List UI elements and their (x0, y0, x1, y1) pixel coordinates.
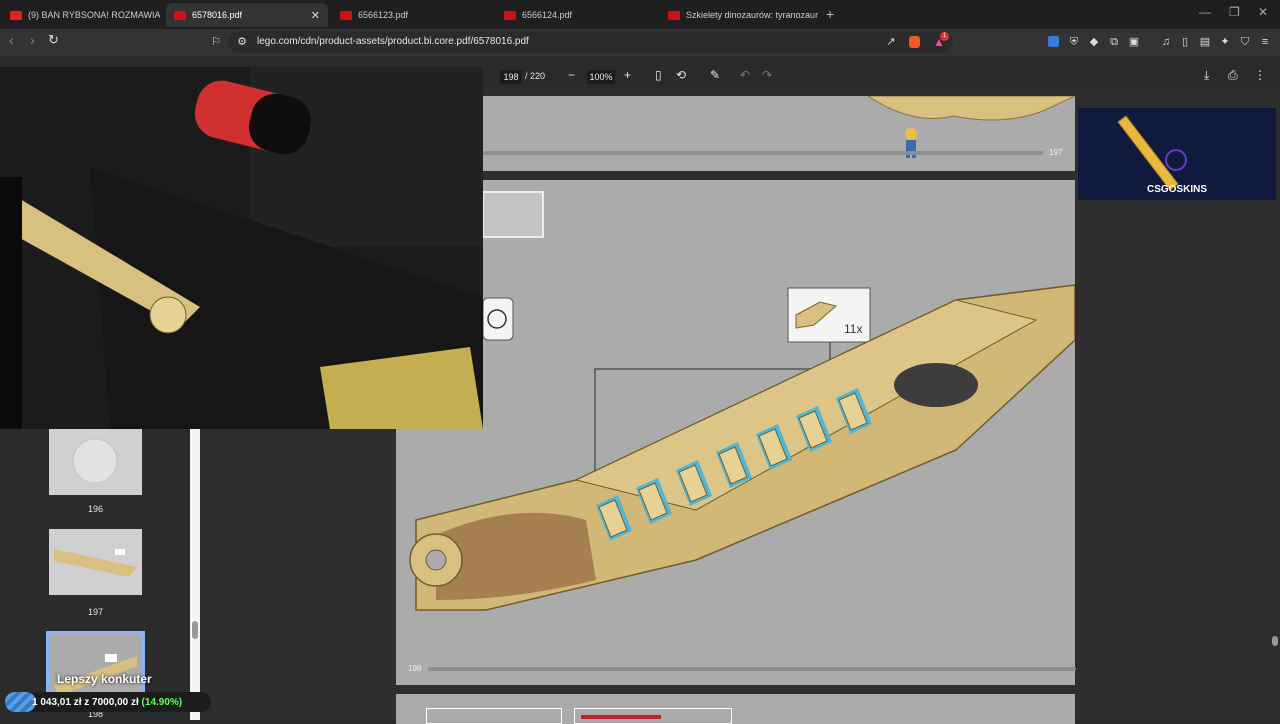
youtube-icon (10, 10, 22, 20)
lego-icon (668, 10, 680, 20)
browser-toolbar: ‹ › ↻ ⚐ ⚙ lego.com/cdn/product-assets/pr… (0, 29, 1280, 56)
back-icon[interactable]: ‹ (9, 32, 14, 48)
vpn-icon[interactable]: ⛉ (1239, 36, 1251, 48)
sponsor-overlay: CSGOSKINS (1078, 108, 1276, 200)
zoom-in-icon[interactable]: + (624, 68, 631, 82)
tab-label: 6578016.pdf (192, 10, 243, 20)
pdf-page-198: 11x 198 (396, 180, 1076, 685)
tab-youtube[interactable]: (9) BAN RYBSONA! ROZMAWIAŁ Z D (2, 3, 160, 27)
media-icon[interactable]: ♫ (1160, 36, 1172, 48)
page-number-input[interactable]: 198 (500, 70, 522, 84)
rewards-badge: 1 (940, 32, 949, 41)
translate-extension-icon[interactable] (1048, 36, 1059, 47)
close-window-icon[interactable]: ✕ (1258, 5, 1268, 19)
page-198-illustration (409, 191, 1076, 611)
pdf-toolbar: 198 / 220 − 100% + ▯ ⟲ ✎ ↶ ↷ ⤓ ⎙ ⋮ (483, 63, 1280, 89)
thumbnail-page-197[interactable] (49, 529, 142, 595)
goal-progress-bar: 1 043,01 zł z 7000,00 zł (14.90%) (5, 692, 211, 712)
tab-6566124[interactable]: 6566124.pdf (496, 3, 656, 27)
total-pages: / 220 (525, 71, 546, 81)
pdf-page-197: 197 (483, 95, 1076, 171)
sponsor-text: CSGOSKINS (1146, 184, 1207, 195)
step-box (426, 708, 562, 724)
annotate-icon[interactable]: ✎ (710, 68, 720, 82)
lego-icon (174, 10, 186, 20)
zoom-level[interactable]: 100% (587, 70, 615, 84)
menu-icon[interactable]: ≡ (1259, 36, 1271, 48)
minimize-icon[interactable]: — (1199, 5, 1211, 19)
previous-step-box (482, 191, 544, 238)
share-icon[interactable]: ↗ (885, 36, 897, 48)
goal-title: Lepszy konkuter (57, 672, 152, 686)
tab-szkielety[interactable]: Szkielety dinozaurów: tyranozaur 76... (660, 3, 820, 27)
tab-6566123[interactable]: 6566123.pdf (332, 3, 492, 27)
reload-icon[interactable]: ↻ (48, 32, 59, 48)
donation-goal: Lepszy konkuter 1 043,01 zł z 7000,00 zł… (5, 671, 211, 715)
download-icon[interactable]: ⤓ (1204, 68, 1209, 83)
screenshot-icon[interactable]: ▣ (1128, 36, 1140, 48)
url-text: lego.com/cdn/product-assets/product.bi.c… (257, 36, 529, 47)
step-box (574, 708, 732, 724)
address-bar[interactable]: ⚙ lego.com/cdn/product-assets/product.bi… (228, 31, 953, 53)
wallet-icon[interactable]: ▤ (1199, 36, 1211, 48)
part-count-label: 11x (844, 322, 863, 336)
forward-icon[interactable]: › (30, 32, 35, 48)
tab-label: 6566124.pdf (522, 10, 573, 20)
redo-icon[interactable]: ↷ (762, 68, 772, 82)
lego-icon (340, 10, 352, 20)
page-197-illustration (866, 95, 1076, 158)
new-tab-icon[interactable]: + (826, 6, 834, 22)
webcam-feed-illustration (0, 67, 483, 429)
thumbnail-label: 196 (87, 504, 104, 514)
undo-icon[interactable]: ↶ (740, 68, 750, 82)
page-progress-track (483, 151, 1043, 155)
page-progress-track (428, 667, 1076, 671)
site-settings-icon[interactable]: ⚙ (236, 36, 248, 48)
tab-label: 6566123.pdf (358, 10, 409, 20)
diamond-extension-icon[interactable]: ◆ (1088, 36, 1100, 48)
tab-label: (9) BAN RYBSONA! ROZMAWIAŁ Z D (28, 10, 160, 20)
lego-icon (504, 10, 516, 20)
print-icon[interactable]: ⎙ (1228, 68, 1238, 83)
tab-6578016[interactable]: 6578016.pdf ✕ (166, 3, 328, 27)
zoom-out-icon[interactable]: − (568, 68, 575, 82)
brave-shields-icon[interactable] (909, 36, 920, 48)
thumbnail-page-196[interactable] (49, 429, 142, 495)
restore-icon[interactable]: ❐ (1229, 5, 1240, 19)
extensions-icon[interactable]: ⧉ (1108, 36, 1120, 48)
rotate-icon[interactable]: ⟲ (676, 68, 686, 82)
goal-amount: 1 043,01 zł (32, 697, 82, 708)
thumbnail-label: 197 (87, 607, 104, 617)
sidebar-toggle-icon[interactable]: ▯ (1179, 36, 1191, 48)
goal-target: 7000,00 zł (92, 697, 139, 708)
close-tab-icon[interactable]: ✕ (311, 9, 320, 22)
goal-percent: (14.90%) (141, 697, 183, 708)
tab-strip: (9) BAN RYBSONA! ROZMAWIAŁ Z D 6578016.p… (0, 0, 1280, 29)
page-number: 197 (1049, 148, 1063, 157)
fit-page-icon[interactable]: ▯ (655, 68, 662, 82)
bookmark-icon[interactable]: ⚐ (210, 36, 222, 48)
webcam-overlay (0, 67, 483, 429)
leo-ai-icon[interactable]: ✦ (1219, 36, 1231, 48)
goal-separator: z (84, 697, 90, 708)
shield-extension-icon[interactable]: ⛨ (1068, 36, 1080, 48)
tab-label: Szkielety dinozaurów: tyranozaur 76... (686, 10, 820, 20)
page-number: 198 (408, 664, 422, 673)
more-options-icon[interactable]: ⋮ (1254, 68, 1266, 82)
goal-amount-text: 1 043,01 zł z 7000,00 zł (14.90%) (32, 697, 182, 708)
